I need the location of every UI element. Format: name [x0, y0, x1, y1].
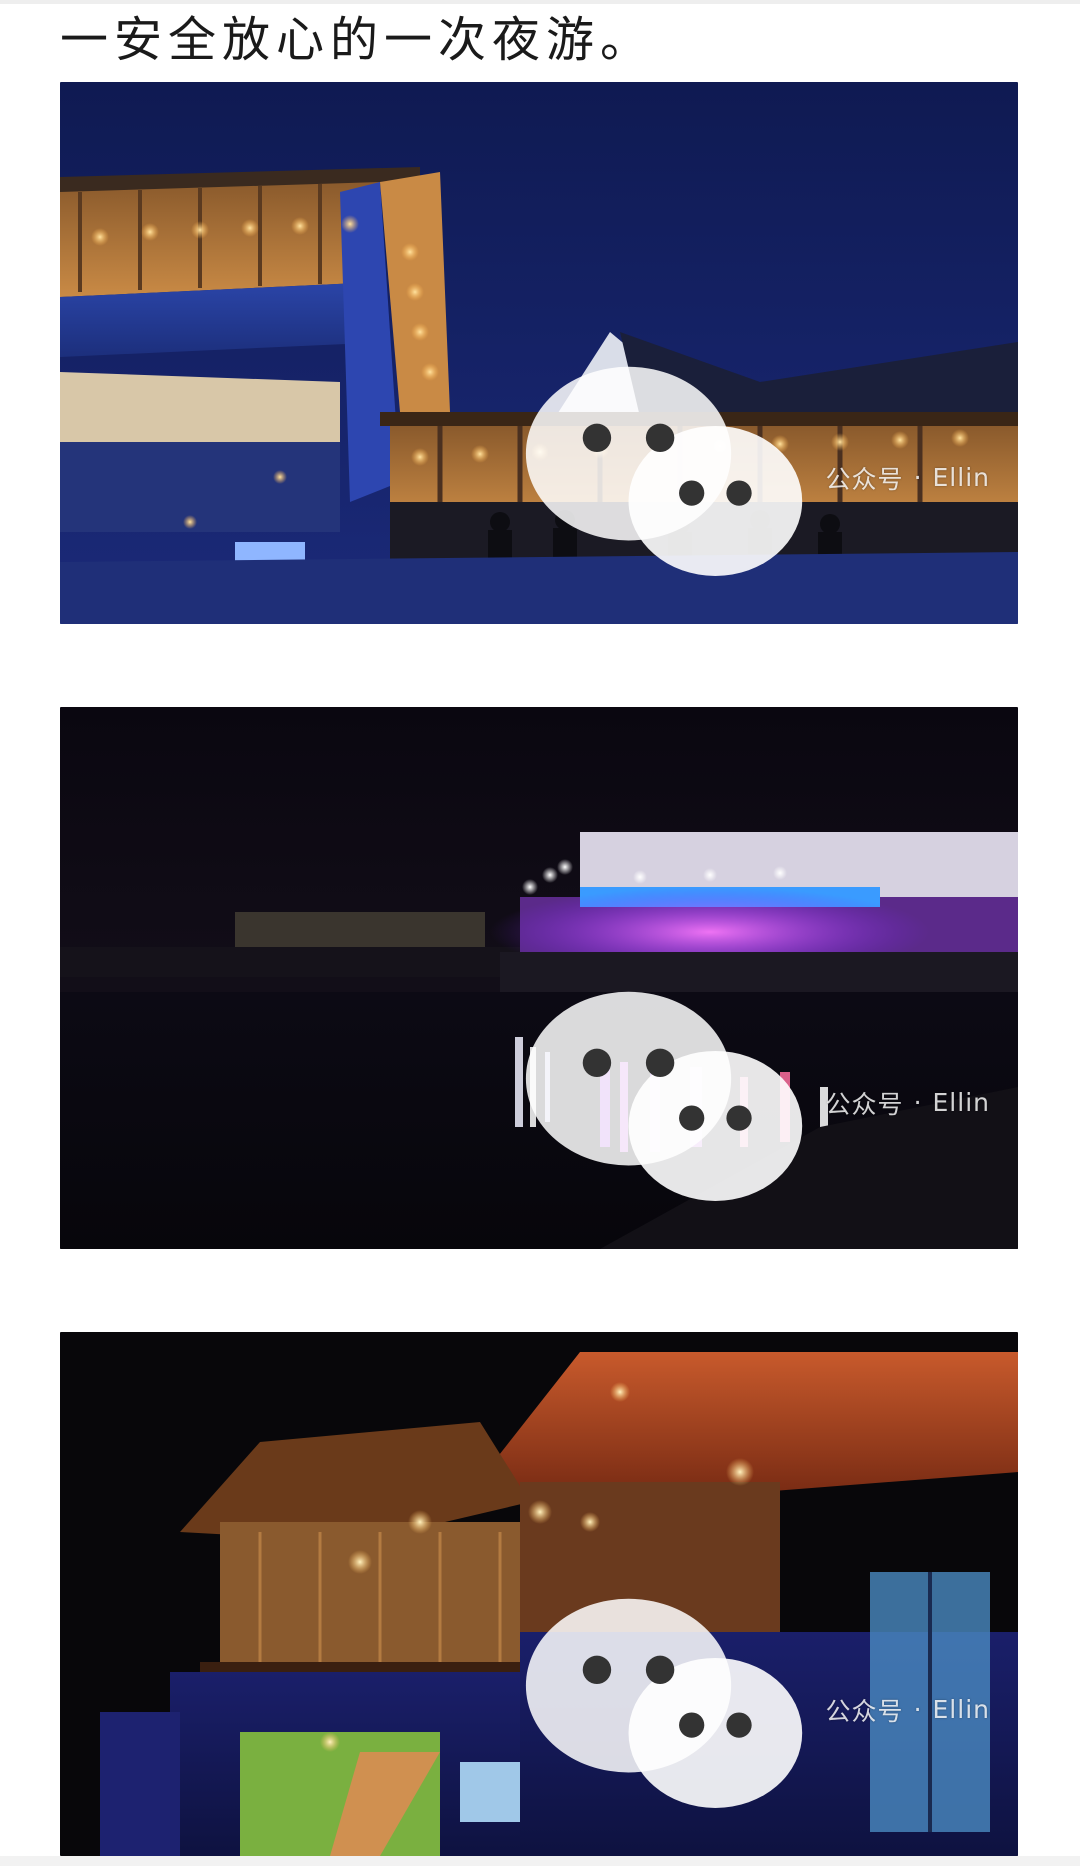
watermark-author: Ellin: [932, 463, 990, 493]
watermark: 公众号 · Ellin: [518, 976, 990, 1229]
bottom-divider: [0, 1856, 1080, 1866]
watermark-author: Ellin: [932, 1695, 990, 1725]
photo-2[interactable]: 公众号 · Ellin: [60, 707, 1018, 1249]
watermark-author: Ellin: [932, 1088, 990, 1118]
watermark-separator: ·: [913, 1088, 923, 1118]
watermark: 公众号 · Ellin: [518, 351, 990, 604]
watermark-account-label: 公众号: [825, 1089, 904, 1119]
article-text-line: 一安全放心的一次夜游。: [60, 12, 655, 68]
photo-3[interactable]: 公众号 · Ellin: [60, 1332, 1018, 1856]
wechat-icon: [525, 992, 802, 1202]
watermark-separator: ·: [913, 1695, 923, 1725]
photo-1[interactable]: 公众号 · Ellin: [60, 82, 1018, 624]
top-divider: [0, 0, 1080, 4]
watermark-account-label: 公众号: [825, 464, 904, 494]
watermark-account-label: 公众号: [825, 1696, 904, 1726]
wechat-icon: [525, 367, 802, 577]
watermark: 公众号 · Ellin: [518, 1583, 990, 1836]
watermark-separator: ·: [913, 463, 923, 493]
wechat-icon: [525, 1599, 802, 1809]
